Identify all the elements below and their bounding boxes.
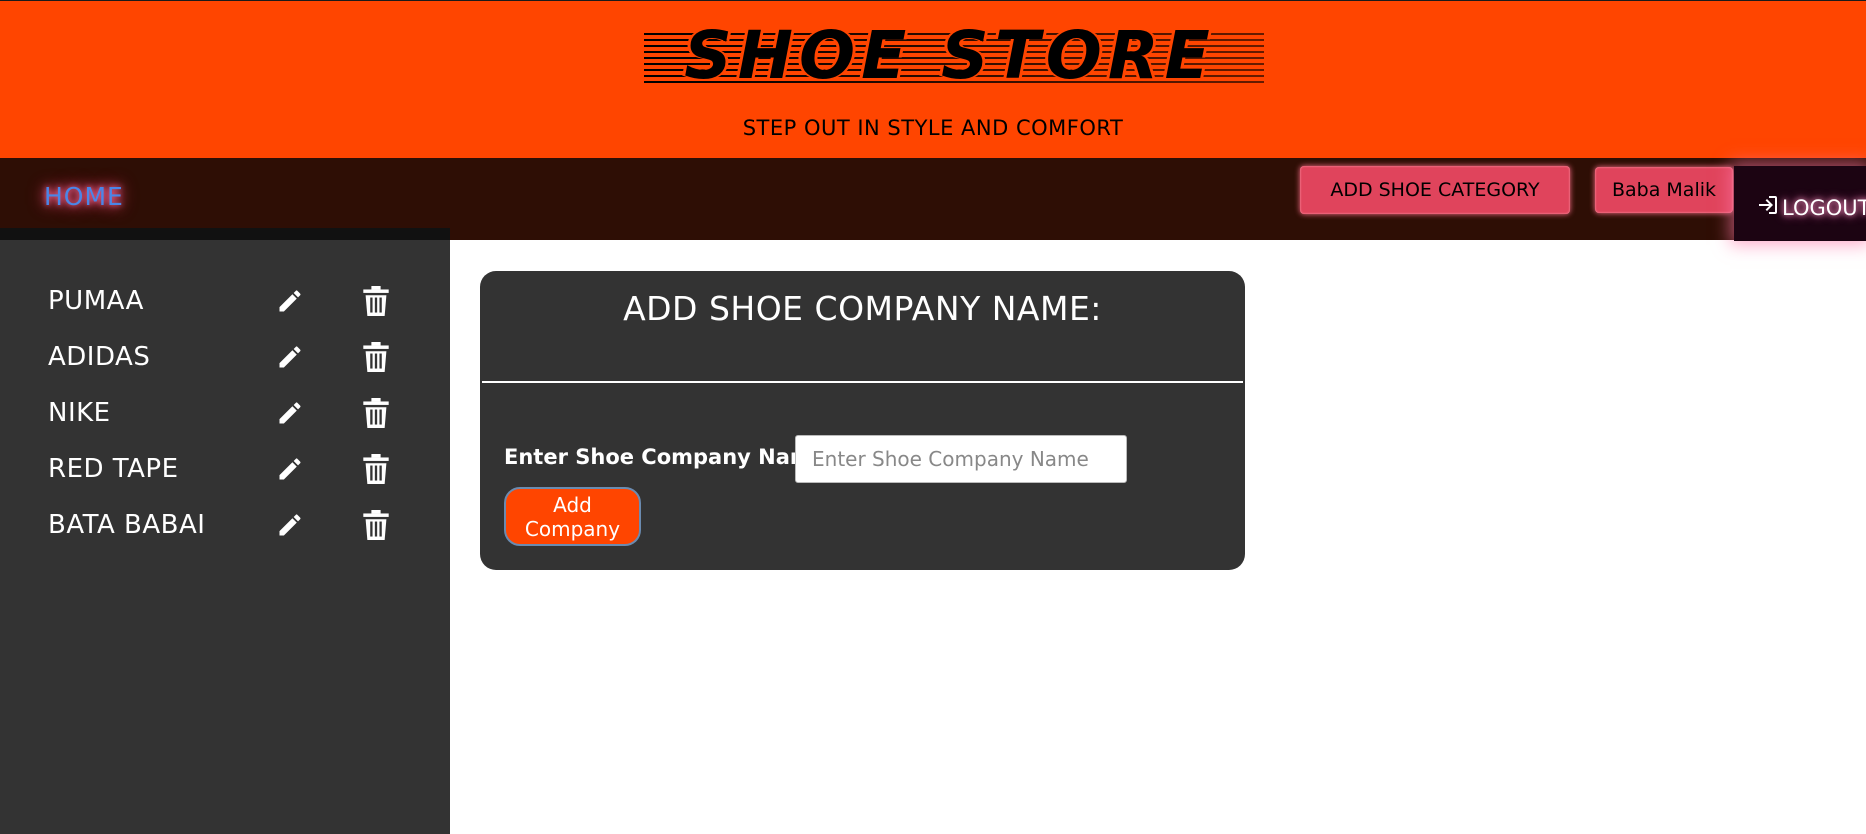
site-header: SHOE STORE STEP OUT IN STYLE AND COMFORT [0, 0, 1866, 158]
sidebar-item-label[interactable]: NIKE [48, 385, 111, 441]
pencil-icon[interactable] [276, 343, 304, 371]
sidebar-item-label[interactable]: ADIDAS [48, 329, 150, 385]
logout-container: LOGOUT [1734, 166, 1866, 241]
brand: SHOE STORE [0, 19, 1866, 93]
brand-title: SHOE STORE [684, 17, 1216, 94]
user-button[interactable]: Baba Malik [1595, 167, 1733, 213]
nav-home-link[interactable]: HOME [44, 182, 124, 211]
logout-link[interactable]: LOGOUT [1756, 193, 1866, 222]
pencil-icon[interactable] [276, 455, 304, 483]
trash-icon[interactable] [362, 286, 390, 316]
sidebar-item-label[interactable]: PUMAA [48, 273, 144, 329]
trash-icon[interactable] [362, 342, 390, 372]
sidebar-item-red-tape: RED TAPE [0, 441, 450, 497]
add-company-card: ADD SHOE COMPANY NAME: Enter Shoe Compan… [480, 271, 1245, 570]
add-shoe-category-button[interactable]: ADD SHOE CATEGORY [1300, 166, 1570, 214]
sidebar: PUMAA ADIDAS NIKE RED TAPE BATA BABAI [0, 228, 450, 834]
trash-icon[interactable] [362, 398, 390, 428]
logout-label: LOGOUT [1782, 195, 1866, 220]
divider [482, 381, 1243, 383]
trash-icon[interactable] [362, 454, 390, 484]
sidebar-item-adidas: ADIDAS [0, 329, 450, 385]
sidebar-item-label[interactable]: RED TAPE [48, 441, 179, 497]
add-company-button[interactable]: Add Company [504, 487, 641, 546]
sidebar-item-pumaa: PUMAA [0, 273, 450, 329]
brand-wrap: SHOE STORE [644, 17, 1265, 94]
card-title: ADD SHOE COMPANY NAME: [623, 289, 1102, 328]
sidebar-item-label[interactable]: BATA BABAI [48, 497, 205, 553]
company-name-label: Enter Shoe Company Name: [504, 445, 835, 469]
sidebar-item-nike: NIKE [0, 385, 450, 441]
company-name-input[interactable] [795, 435, 1127, 483]
sidebar-item-bata-babai: BATA BABAI [0, 497, 450, 553]
login-icon [1756, 193, 1780, 222]
trash-icon[interactable] [362, 510, 390, 540]
pencil-icon[interactable] [276, 399, 304, 427]
tagline: STEP OUT IN STYLE AND COMFORT [742, 116, 1124, 140]
pencil-icon[interactable] [276, 287, 304, 315]
pencil-icon[interactable] [276, 511, 304, 539]
